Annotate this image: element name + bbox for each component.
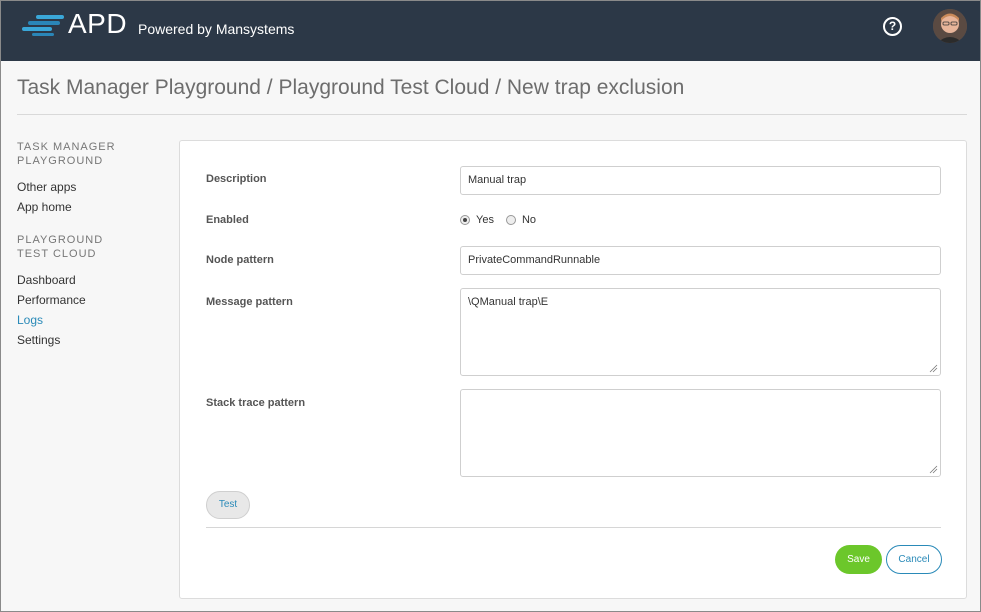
top-bar: APD Powered by Mansystems ? [0, 0, 981, 61]
test-button[interactable]: Test [206, 491, 250, 519]
sidebar-item-other-apps[interactable]: Other apps [17, 177, 167, 197]
sidebar-item-app-home[interactable]: App home [17, 197, 167, 217]
avatar-image [933, 9, 967, 43]
title-divider [17, 114, 967, 115]
enabled-label: Enabled [206, 214, 249, 226]
cancel-button[interactable]: Cancel [886, 545, 942, 574]
node-pattern-input[interactable]: PrivateCommandRunnable [460, 246, 941, 275]
message-pattern-textarea[interactable]: \QManual trap\E [460, 288, 941, 376]
description-label: Description [206, 173, 267, 185]
resize-grip-icon[interactable] [929, 465, 938, 474]
description-input[interactable]: Manual trap [460, 166, 941, 195]
sidebar-heading-test-cloud: PLAYGROUND TEST CLOUD [17, 234, 104, 260]
sidebar-item-dashboard[interactable]: Dashboard [17, 270, 167, 290]
stack-trace-pattern-label: Stack trace pattern [206, 397, 306, 409]
enabled-yes-label[interactable]: Yes [476, 214, 494, 226]
sidebar-heading-task-manager: TASK MANAGER PLAYGROUND [17, 141, 116, 167]
save-button[interactable]: Save [835, 545, 882, 574]
stack-trace-pattern-textarea[interactable] [460, 389, 941, 477]
enabled-no-radio[interactable] [505, 215, 516, 225]
apd-logo-icon [22, 15, 64, 36]
form-divider [206, 527, 941, 528]
logo-text[interactable]: APD [68, 8, 127, 40]
resize-grip-icon[interactable] [929, 364, 938, 373]
avatar[interactable] [933, 9, 967, 43]
message-pattern-value: \QManual trap\E [468, 296, 549, 308]
page-title: Task Manager Playground / Playground Tes… [17, 76, 685, 99]
sidebar-item-logs[interactable]: Logs [17, 310, 167, 330]
question-circle-icon[interactable]: ? [883, 17, 902, 36]
trap-exclusion-form: Description Manual trap Enabled Yes No N… [179, 140, 967, 599]
sidebar-item-settings[interactable]: Settings [17, 330, 167, 350]
enabled-radio-group: Yes No [460, 214, 536, 226]
message-pattern-label: Message pattern [206, 296, 293, 308]
powered-by-text: Powered by Mansystems [138, 21, 295, 37]
sidebar: TASK MANAGER PLAYGROUND Other apps App h… [17, 140, 167, 350]
enabled-yes-radio[interactable] [460, 215, 470, 225]
sidebar-item-performance[interactable]: Performance [17, 290, 167, 310]
node-pattern-label: Node pattern [206, 254, 274, 266]
enabled-no-label[interactable]: No [522, 214, 536, 226]
